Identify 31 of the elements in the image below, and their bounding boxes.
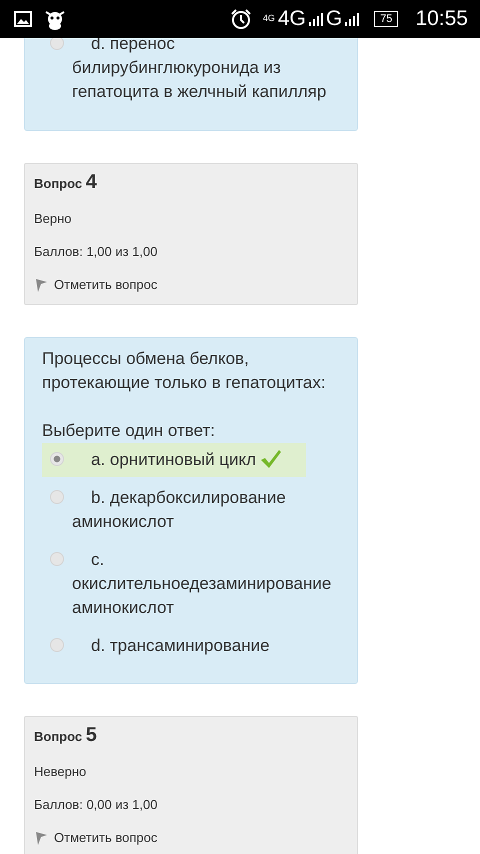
- radio-button[interactable]: [50, 552, 64, 566]
- question-text: Процессы обмена белков, протекающие только в гепатоцитах:: [42, 348, 327, 394]
- network-label: 4G: [278, 7, 306, 31]
- question-number: Вопрос 5: [34, 723, 98, 748]
- answer-label: c. окислительноедезаминирование аминокислот: [72, 550, 332, 617]
- flag-icon: [34, 277, 48, 293]
- battery-indicator: 75: [374, 11, 398, 27]
- answer-label: d. перенос билирубинглюкуронида из гепатоцита в желчный капилляр: [72, 34, 326, 101]
- question-grade: Баллов: 1,00 из 1,00: [34, 243, 158, 261]
- answer-label: b. декарбоксилирование аминокислот: [72, 488, 286, 531]
- flag-question-link[interactable]: Отметить вопрос: [34, 828, 158, 848]
- flag-icon: [34, 830, 48, 846]
- image-icon: [14, 11, 32, 27]
- signal-icon: [308, 12, 323, 26]
- radio-button[interactable]: [50, 638, 64, 652]
- question-state: Неверно: [34, 763, 88, 781]
- question-number: Вопрос 4: [34, 170, 98, 195]
- question-state: Верно: [34, 210, 73, 228]
- question-grade: Баллов: 0,00 из 1,00: [34, 796, 158, 814]
- clock: 10:55: [415, 7, 468, 31]
- flag-question-link[interactable]: Отметить вопрос: [34, 275, 158, 295]
- check-icon: [260, 449, 282, 469]
- signal-icon: [345, 12, 360, 26]
- alarm-icon: [230, 8, 252, 30]
- network-label: 4G: [262, 13, 275, 23]
- answer-label: a. орнитиновый цикл: [91, 450, 256, 469]
- answer-prompt: Выберите один ответ:: [42, 420, 216, 442]
- radio-button[interactable]: [50, 490, 64, 504]
- answer-label: d. трансаминирование: [91, 636, 270, 655]
- network-label: G: [326, 7, 342, 31]
- radio-button[interactable]: [50, 452, 64, 466]
